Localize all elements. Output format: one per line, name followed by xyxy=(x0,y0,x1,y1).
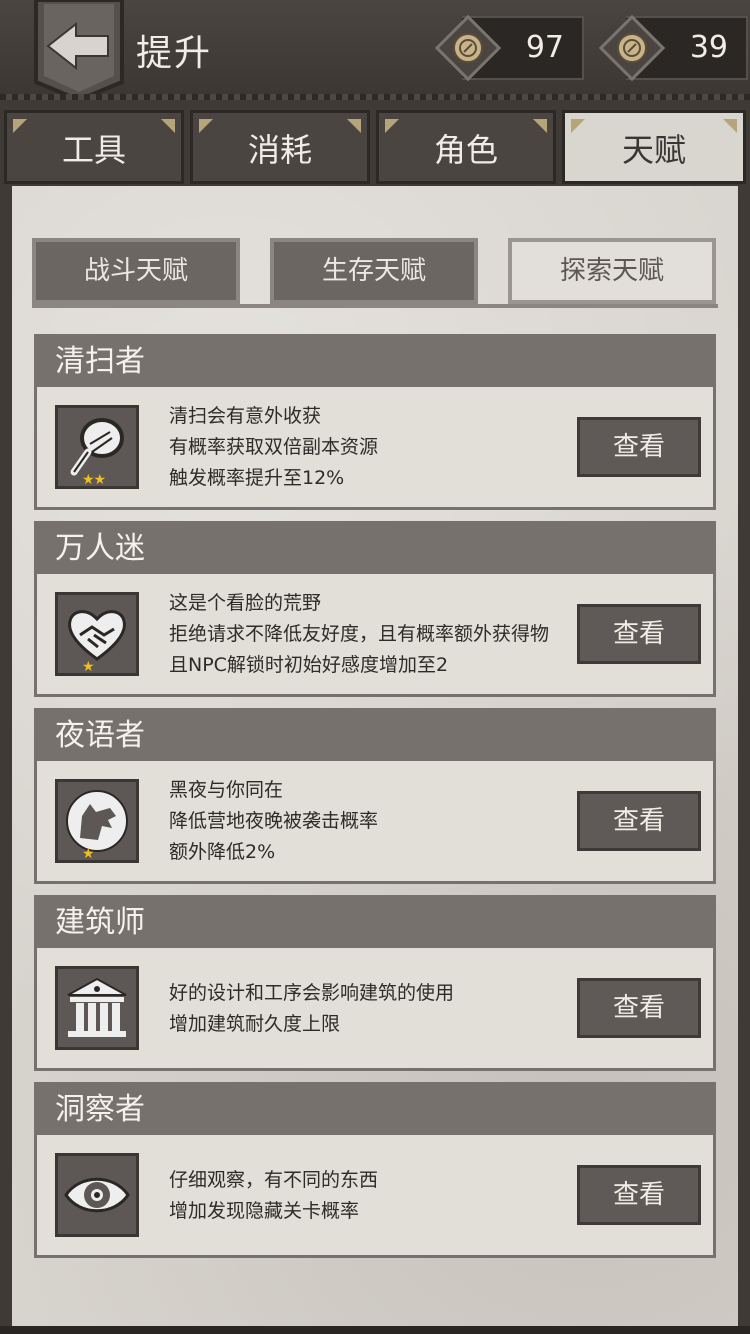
back-arrow-icon xyxy=(34,0,124,103)
tab-talent[interactable]: 天赋 xyxy=(562,110,746,184)
talent-description: 这是个看脸的荒野 拒绝请求不降低友好度，且有概率额外获得物 且NPC解锁时初始好… xyxy=(169,592,550,676)
talent-name: 夜语者 xyxy=(37,711,713,761)
view-button[interactable]: 查看 xyxy=(577,978,701,1038)
talent-name: 洞察者 xyxy=(37,1085,713,1135)
view-button[interactable]: 查看 xyxy=(577,604,701,664)
resource-counter: 39 xyxy=(598,14,748,82)
talent-description: 清扫会有意外收获 有概率获取双倍副本资源 触发概率提升至12% xyxy=(169,405,379,489)
talent-card: 清扫者 ★★ 清扫会有意外收获 有概率获取双倍副本资源 触发概率提升至12% 查… xyxy=(34,334,716,510)
resource-value: 97 xyxy=(525,30,564,65)
page-title: 提升 xyxy=(136,33,213,74)
tab-label: 工具 xyxy=(61,131,126,169)
resource-counter: 97 xyxy=(434,14,584,82)
tab-label: 角色 xyxy=(433,131,498,169)
talent-name: 建筑师 xyxy=(37,898,713,948)
view-button[interactable]: 查看 xyxy=(577,791,701,851)
top-bar: 提升 97 39 xyxy=(0,0,750,103)
star-rating: ★ xyxy=(82,846,95,862)
building-icon xyxy=(55,966,139,1050)
tab-label: 消耗 xyxy=(247,131,312,169)
main-tabs: 工具 消耗 角色 天赋 xyxy=(0,110,750,186)
wolf-moon-icon: ★ xyxy=(55,779,139,863)
subtab-survival[interactable]: 生存天赋 xyxy=(270,238,478,304)
magnifier-icon: ★★ xyxy=(55,405,139,489)
subtabs: 战斗天赋 生存天赋 探索天赋 xyxy=(32,238,718,306)
talent-description: 仔细观察，有不同的东西 增加发现隐藏关卡概率 xyxy=(169,1169,379,1222)
talent-card: 洞察者 仔细观察，有不同的东西 增加发现隐藏关卡概率 查看 xyxy=(34,1082,716,1258)
coin-icon xyxy=(434,14,502,82)
subtab-combat[interactable]: 战斗天赋 xyxy=(32,238,240,304)
talent-name: 万人迷 xyxy=(37,524,713,574)
resource-value: 39 xyxy=(689,30,728,65)
tab-consumables[interactable]: 消耗 xyxy=(190,110,370,184)
talent-name: 清扫者 xyxy=(37,337,713,387)
view-button[interactable]: 查看 xyxy=(577,1165,701,1225)
subtab-explore[interactable]: 探索天赋 xyxy=(508,238,716,304)
talent-panel: 战斗天赋 生存天赋 探索天赋 清扫者 ★★ 清扫会有意外收获 有概率获取双倍副本… xyxy=(12,186,738,1326)
tab-label: 天赋 xyxy=(621,131,686,169)
talent-card: 建筑师 好的设计和工序会影响建筑的使用 增加建筑耐久度上限 查看 xyxy=(34,895,716,1071)
tab-tools[interactable]: 工具 xyxy=(4,110,184,184)
heart-handshake-icon: ★ xyxy=(55,592,139,676)
tab-character[interactable]: 角色 xyxy=(376,110,556,184)
bottom-border xyxy=(0,1326,750,1334)
back-button[interactable] xyxy=(32,0,126,103)
coin-icon xyxy=(598,14,666,82)
view-button[interactable]: 查看 xyxy=(577,417,701,477)
talent-card: 万人迷 ★ 这是个看脸的荒野 拒绝请求不降低友好度，且有概率额外获得物 且NPC… xyxy=(34,521,716,697)
talent-description: 黑夜与你同在 降低营地夜晚被袭击概率 额外降低2% xyxy=(169,779,379,863)
talent-card: 夜语者 ★ 黑夜与你同在 降低营地夜晚被袭击概率 额外降低2% 查看 xyxy=(34,708,716,884)
subtab-divider xyxy=(32,304,718,308)
eye-icon xyxy=(55,1153,139,1237)
star-rating: ★★ xyxy=(82,472,106,488)
talent-description: 好的设计和工序会影响建筑的使用 增加建筑耐久度上限 xyxy=(169,982,455,1035)
star-rating: ★ xyxy=(82,659,95,675)
